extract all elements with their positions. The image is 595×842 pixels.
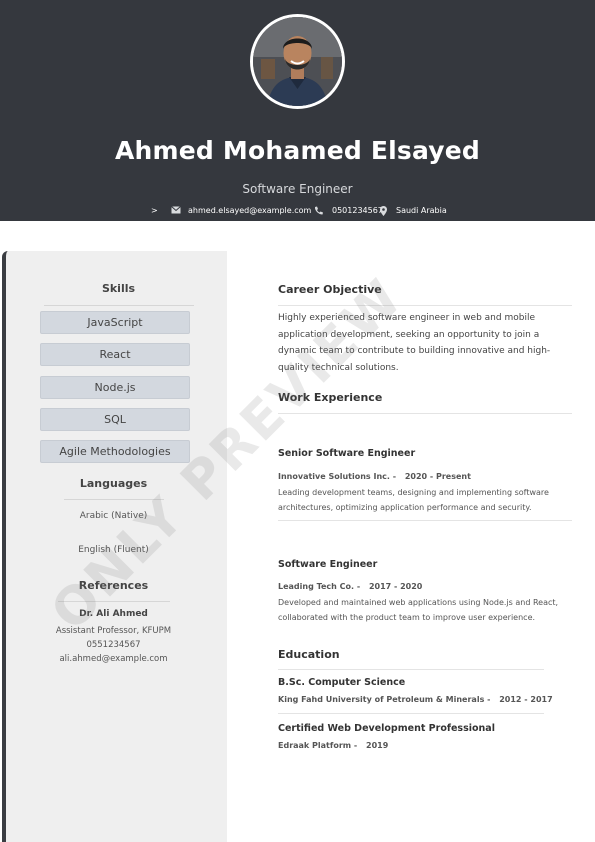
skill-item: Node.js: [40, 376, 190, 399]
resume-header: Ahmed Mohamed Elsayed Software Engineer …: [0, 0, 595, 221]
references-divider: [58, 601, 170, 602]
education-institution-line: Edraak Platform - 2019: [278, 741, 388, 750]
reference-phone: 0551234567: [86, 640, 141, 650]
objective-heading: Career Objective: [278, 283, 382, 296]
contact-bar: > ahmed.elsayed@example.com 0501234567 S…: [0, 205, 595, 219]
contact-phone: 0501234567: [332, 206, 383, 215]
contact-email[interactable]: ahmed.elsayed@example.com: [188, 206, 311, 215]
objective-text: Highly experienced software engineer in …: [278, 313, 551, 373]
skills-divider: [44, 305, 194, 306]
profile-photo: [250, 14, 345, 109]
job-period: 2020 - Present: [404, 472, 471, 481]
education-institution: Edraak Platform -: [278, 741, 358, 750]
candidate-title: Software Engineer: [242, 182, 353, 196]
language-item: Arabic (Native): [79, 511, 148, 521]
skill-item: Agile Methodologies: [40, 440, 190, 463]
arrow-icon: >: [151, 206, 158, 215]
education-heading: Education: [278, 648, 340, 661]
job-description: Leading development teams, designing and…: [278, 488, 549, 512]
education-institution: King Fahd University of Petroleum & Mine…: [278, 695, 491, 704]
education-period: 2012 - 2017: [499, 695, 553, 704]
education-degree: Certified Web Development Professional: [278, 723, 495, 734]
education-item-divider: [278, 713, 544, 714]
skill-item: JavaScript: [40, 311, 190, 334]
languages-heading: Languages: [79, 477, 148, 490]
reference-email[interactable]: ali.ahmed@example.com: [6, 654, 221, 664]
job-period: 2017 - 2020: [368, 582, 423, 591]
skill-item: React: [40, 343, 190, 366]
job-title: Software Engineer: [278, 559, 378, 570]
reference-role: Assistant Professor, KFUPM: [55, 626, 172, 636]
job-company: Leading Tech Co. -: [278, 582, 361, 591]
education-divider: [278, 669, 544, 670]
job-divider: [278, 520, 572, 521]
objective-divider: [278, 305, 572, 306]
skills-heading: Skills: [101, 282, 136, 295]
candidate-name: Ahmed Mohamed Elsayed: [114, 136, 481, 165]
reference-name: Dr. Ali Ahmed: [79, 609, 148, 619]
experience-divider: [278, 413, 572, 414]
language-item: English (Fluent): [78, 545, 149, 555]
job-company-line: Leading Tech Co. - 2017 - 2020: [278, 582, 422, 591]
job-description: Developed and maintained web application…: [278, 598, 559, 622]
contact-location: Saudi Arabia: [396, 206, 447, 215]
experience-heading: Work Experience: [278, 391, 383, 404]
profile-photo-illustration: [253, 17, 342, 106]
languages-divider: [64, 499, 164, 500]
job-title: Senior Software Engineer: [278, 448, 416, 459]
location-icon: [380, 206, 387, 216]
references-heading: References: [78, 579, 149, 592]
skill-item: SQL: [40, 408, 190, 431]
job-company-line: Innovative Solutions Inc. - 2020 - Prese…: [278, 472, 471, 481]
sidebar: Skills JavaScript React Node.js SQL Agil…: [2, 251, 227, 842]
email-icon: [171, 206, 181, 214]
education-period: 2019: [366, 741, 389, 750]
phone-icon: [314, 206, 323, 215]
job-company: Innovative Solutions Inc. -: [278, 472, 397, 481]
education-institution-line: King Fahd University of Petroleum & Mine…: [278, 695, 553, 704]
education-degree: B.Sc. Computer Science: [278, 677, 406, 688]
